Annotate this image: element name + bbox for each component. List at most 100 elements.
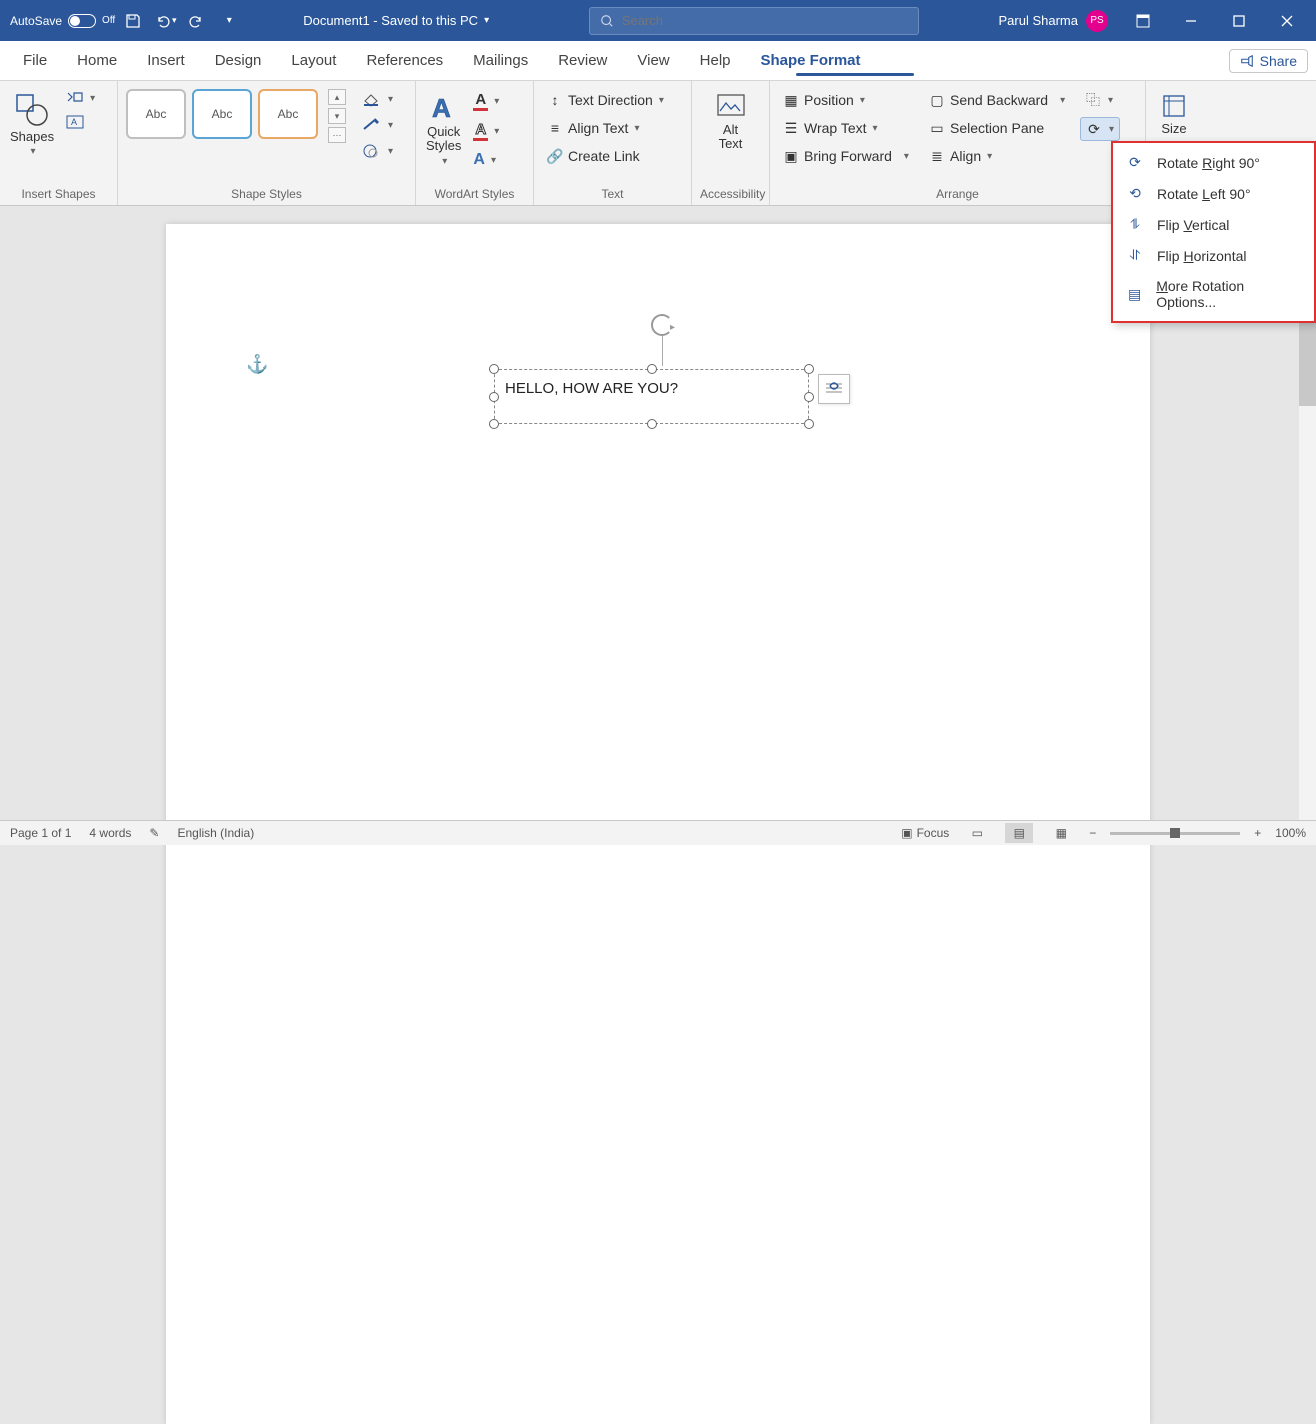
share-button[interactable]: Share [1229,49,1308,73]
link-icon: 🔗 [546,147,564,165]
more-rotation-options-item[interactable]: ▤More Rotation Options... [1113,271,1314,317]
style-thumb-3[interactable]: Abc [258,89,318,139]
shape-outline-button[interactable]: ▾ [358,115,397,135]
resize-handle-nw[interactable] [489,364,499,374]
web-layout-button[interactable]: ▦ [1047,823,1075,843]
tab-mailings[interactable]: Mailings [458,41,543,80]
autosave-state: Off [102,15,115,26]
layout-options-button[interactable] [818,374,850,404]
flip-vertical-item[interactable]: ⥮Flip Vertical [1113,209,1314,240]
language[interactable]: English (India) [177,826,254,840]
group-icon: ⿻ [1084,91,1102,109]
zoom-level[interactable]: 100% [1275,826,1306,840]
tab-layout[interactable]: Layout [276,41,351,80]
word-count[interactable]: 4 words [89,826,131,840]
alt-text-button[interactable]: Alt Text [714,89,748,156]
shape-style-gallery[interactable]: Abc Abc Abc [126,89,318,139]
rotate-button[interactable]: ⟳▾ [1080,117,1120,141]
bring-forward-button[interactable]: ▣Bring Forward▾ [778,145,918,167]
textbox-icon: A [66,115,84,129]
tab-review[interactable]: Review [543,41,622,80]
ribbon-display-options[interactable] [1120,1,1166,41]
focus-mode-button[interactable]: ▣ Focus [901,826,949,840]
minimize-button[interactable] [1168,1,1214,41]
autosave-toggle[interactable]: AutoSave Off [10,14,115,28]
qat-customize[interactable]: ▾ [215,7,243,35]
text-fill-button[interactable]: A▾ [469,89,503,113]
text-direction-button[interactable]: ↕Text Direction▾ [542,89,668,111]
maximize-button[interactable] [1216,1,1262,41]
rotation-handle[interactable]: ▸ [651,314,673,366]
search-box[interactable] [589,7,919,35]
tab-insert[interactable]: Insert [132,41,200,80]
tab-file[interactable]: File [8,41,62,80]
align-button[interactable]: ≣Align▾ [924,145,1074,167]
tab-help[interactable]: Help [685,41,746,80]
more-options-icon: ▤ [1125,286,1144,303]
rotate-dropdown-menu: ⟳Rotate Right 90° ⟲Rotate Left 90° ⥮Flip… [1111,141,1316,323]
resize-handle-n[interactable] [647,364,657,374]
text-outline-button[interactable]: A▾ [469,119,503,143]
tab-home[interactable]: Home [62,41,132,80]
tab-references[interactable]: References [351,41,458,80]
size-button[interactable]: Size [1159,89,1189,140]
style-thumb-2[interactable]: Abc [192,89,252,139]
position-button[interactable]: ▦Position▾ [778,89,918,111]
search-input[interactable] [622,13,908,28]
group-label: WordArt Styles [424,184,525,205]
title-bar: AutoSave Off ▾ ▾ Document1 - Saved to th… [0,0,1316,41]
rotate-left-90-item[interactable]: ⟲Rotate Left 90° [1113,178,1314,209]
align-text-button[interactable]: ≡Align Text▾ [542,117,668,139]
style-thumb-1[interactable]: Abc [126,89,186,139]
save-button[interactable] [119,7,147,35]
print-layout-button[interactable]: ▤ [1005,823,1033,843]
selected-textbox[interactable]: HELLO, HOW ARE YOU? [494,369,809,424]
zoom-out-button[interactable]: − [1089,826,1096,840]
group-arrange: ▦Position▾ ☰Wrap Text▾ ▣Bring Forward▾ ▢… [770,81,1146,205]
tab-design[interactable]: Design [200,41,277,80]
redo-button[interactable] [183,7,211,35]
tab-view[interactable]: View [622,41,684,80]
user-account[interactable]: Parul Sharma PS [999,10,1108,32]
resize-handle-sw[interactable] [489,419,499,429]
resize-handle-e[interactable] [804,392,814,402]
send-backward-icon: ▢ [928,91,946,109]
autosave-label: AutoSave [10,14,62,28]
gallery-scroll[interactable]: ▴▾⋯ [328,89,346,143]
resize-handle-se[interactable] [804,419,814,429]
selection-pane-button[interactable]: ▭Selection Pane [924,117,1074,139]
resize-handle-w[interactable] [489,392,499,402]
edit-shape-button[interactable]: ▾ [62,89,99,107]
status-bar: Page 1 of 1 4 words ✎ English (India) ▣ … [0,820,1316,845]
document-title[interactable]: Document1 - Saved to this PC ▾ [303,13,489,28]
shape-effects-button[interactable]: ▾ [358,141,397,161]
fill-icon [362,91,382,107]
tab-shape-format[interactable]: Shape Format [746,41,876,80]
spellcheck-icon[interactable]: ✎ [149,826,159,840]
read-mode-button[interactable]: ▭ [963,823,991,843]
group-wordart-styles: A Quick Styles▾ A▾ A▾ A▾ WordArt Styles [416,81,534,205]
draw-textbox-button[interactable]: A [62,113,99,131]
send-backward-button[interactable]: ▢Send Backward▾ [924,89,1074,111]
zoom-in-button[interactable]: + [1254,826,1261,840]
text-effects-button[interactable]: A▾ [469,149,503,171]
create-link-button[interactable]: 🔗Create Link [542,145,668,167]
zoom-slider-knob[interactable] [1170,828,1180,838]
zoom-slider[interactable] [1110,832,1240,835]
page-number[interactable]: Page 1 of 1 [10,826,71,840]
resize-handle-s[interactable] [647,419,657,429]
flip-horizontal-item[interactable]: ⥯Flip Horizontal [1113,240,1314,271]
alt-text-icon [716,93,746,121]
close-button[interactable] [1264,1,1310,41]
group-objects-button[interactable]: ⿻▾ [1080,89,1120,111]
group-label: Accessibility [700,184,761,205]
wrap-text-button[interactable]: ☰Wrap Text▾ [778,117,918,139]
align-text-icon: ≡ [546,119,564,137]
quick-styles-button[interactable]: A Quick Styles▾ [424,89,463,171]
rotate-right-90-item[interactable]: ⟳Rotate Right 90° [1113,147,1314,178]
flip-horizontal-icon: ⥯ [1125,247,1145,264]
resize-handle-ne[interactable] [804,364,814,374]
shape-fill-button[interactable]: ▾ [358,89,397,109]
undo-button[interactable]: ▾ [151,7,179,35]
shapes-gallery-button[interactable]: Shapes ▾ [8,89,56,161]
